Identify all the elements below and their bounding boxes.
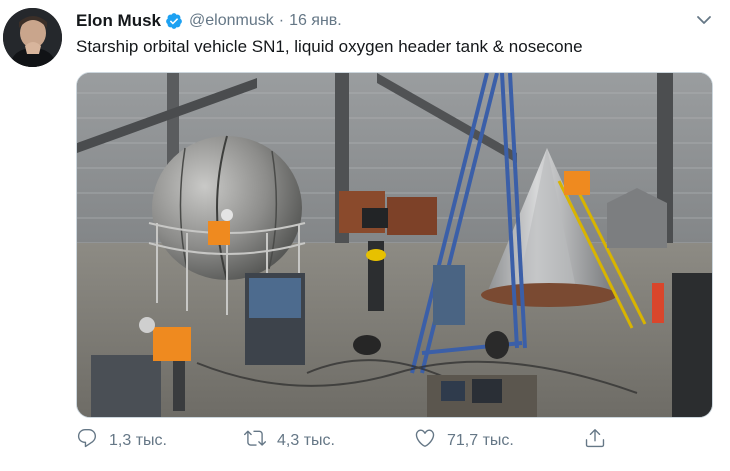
- tweet-date[interactable]: 16 янв.: [289, 12, 342, 30]
- reply-icon: [76, 427, 98, 454]
- author-name[interactable]: Elon Musk: [76, 11, 161, 31]
- like-icon: [414, 427, 436, 454]
- avatar-image: [3, 8, 62, 67]
- verified-badge-icon: [165, 12, 183, 30]
- share-icon: [584, 427, 606, 454]
- tweet-actions: 1,3 тыс. 4,3 тыс. 71,7 тыс.: [76, 427, 616, 457]
- reply-count: 1,3 тыс.: [109, 431, 167, 449]
- share-button[interactable]: [584, 427, 606, 454]
- tweet-photo[interactable]: [76, 72, 713, 418]
- author-avatar[interactable]: [3, 8, 62, 67]
- retweet-count: 4,3 тыс.: [277, 431, 335, 449]
- hangar-photo: [77, 73, 712, 417]
- tweet-text: Starship orbital vehicle SN1, liquid oxy…: [76, 37, 583, 56]
- like-count: 71,7 тыс.: [447, 431, 514, 449]
- author-handle[interactable]: @elonmusk: [189, 12, 274, 30]
- tweet-header: Elon Musk @elonmusk · 16 янв.: [76, 10, 342, 32]
- retweet-button[interactable]: 4,3 тыс.: [244, 427, 335, 454]
- chevron-down-icon[interactable]: [696, 12, 712, 28]
- like-button[interactable]: 71,7 тыс.: [414, 427, 514, 454]
- reply-button[interactable]: 1,3 тыс.: [76, 427, 167, 454]
- retweet-icon: [244, 427, 266, 454]
- separator-dot: ·: [278, 12, 285, 29]
